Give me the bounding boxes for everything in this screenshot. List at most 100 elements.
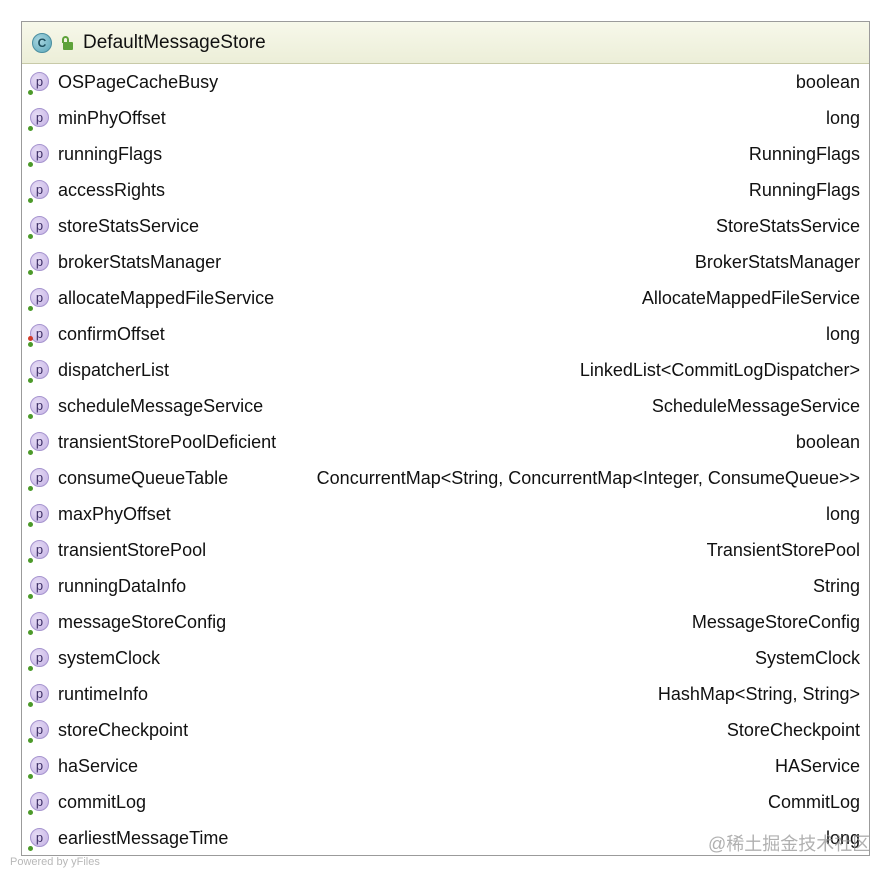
property-list: p OSPageCacheBusy boolean p minPhyOffset long… [22,64,869,855]
property-row[interactable]: p systemClock SystemClock [22,640,869,676]
visibility-green-icon [28,450,33,455]
class-diagram-node[interactable]: C DefaultMessageStore p OSPageCacheBusy bo… [21,21,870,856]
property-name: runningDataInfo [58,575,187,596]
property-icon: p [28,252,49,275]
property-type: RunningFlags [748,179,860,200]
property-row[interactable]: p allocateMappedFileService AllocateMapped… [22,280,869,316]
visibility-green-icon [28,594,33,599]
visibility-green-icon [28,558,33,563]
property-icon: p [28,360,49,383]
visibility-green-icon [28,810,33,815]
footer-note: Powered by yFiles [10,856,100,868]
property-type: boolean [795,431,860,452]
visibility-green-icon [28,270,33,275]
property-row[interactable]: p consumeQueueTable ConcurrentMap<String, … [22,460,869,496]
property-icon: p [28,216,49,239]
property-name: transientStorePool [58,539,207,560]
property-row[interactable]: p storeCheckpoint StoreCheckpoint [22,712,869,748]
property-icon: p [28,144,49,167]
property-type: BrokerStatsManager [694,251,860,272]
property-row[interactable]: p accessRights RunningFlags [22,172,869,208]
property-type: TransientStorePool [706,539,860,560]
property-type: String [812,575,860,596]
visibility-green-icon [28,702,33,707]
property-name: storeStatsService [58,215,200,236]
property-icon: p [28,468,49,491]
property-type: ConcurrentMap<String, ConcurrentMap<Inte… [316,467,860,488]
property-icon: p [28,684,49,707]
property-icon: p [28,792,49,815]
property-type: LinkedList<CommitLogDispatcher> [579,359,860,380]
property-icon: p [28,576,49,599]
property-type: long [825,323,860,344]
property-type: SystemClock [754,647,860,668]
visibility-green-icon [28,414,33,419]
property-type: HAService [774,755,860,776]
property-type: long [825,503,860,524]
property-name: confirmOffset [58,323,165,344]
property-icon: p [28,288,49,311]
property-row[interactable]: p messageStoreConfig MessageStoreConfig [22,604,869,640]
visibility-green-icon [28,522,33,527]
visibility-green-icon [28,738,33,743]
visibility-green-icon [28,378,33,383]
class-header[interactable]: C DefaultMessageStore [22,22,869,64]
property-name: messageStoreConfig [58,611,227,632]
property-type: MessageStoreConfig [691,611,860,632]
visibility-green-icon [28,162,33,167]
property-row[interactable]: p OSPageCacheBusy boolean [22,64,869,100]
property-name: systemClock [58,647,161,668]
property-row[interactable]: p maxPhyOffset long [22,496,869,532]
property-row[interactable]: p runningDataInfo String [22,568,869,604]
property-type: StoreStatsService [715,215,860,236]
property-name: storeCheckpoint [58,719,189,740]
class-icon: C [32,32,52,53]
property-row[interactable]: p dispatcherList LinkedList<CommitLogDispa… [22,352,869,388]
visibility-green-icon [28,198,33,203]
property-name: minPhyOffset [58,107,166,128]
property-name: accessRights [58,179,166,200]
property-type: CommitLog [767,791,860,812]
property-type: RunningFlags [748,143,860,164]
property-icon: p [28,720,49,743]
property-name: scheduleMessageService [58,395,264,416]
visibility-green-icon [28,486,33,491]
visibility-green-icon [28,234,33,239]
property-name: consumeQueueTable [58,467,229,488]
property-icon: p [28,756,49,779]
unlock-icon [61,35,74,50]
property-name: OSPageCacheBusy [58,71,219,92]
visibility-green-icon [28,774,33,779]
visibility-green-icon [28,630,33,635]
property-name: earliestMessageTime [58,827,229,848]
property-row[interactable]: p runtimeInfo HashMap<String, String> [22,676,869,712]
property-name: commitLog [58,791,147,812]
property-row[interactable]: p transientStorePoolDeficient boolean [22,424,869,460]
property-row[interactable]: p minPhyOffset long [22,100,869,136]
visibility-green-icon [28,342,33,347]
property-name: dispatcherList [58,359,170,380]
property-icon: p [28,108,49,131]
property-icon: p [28,72,49,95]
property-name: haService [58,755,139,776]
property-row[interactable]: p runningFlags RunningFlags [22,136,869,172]
property-row[interactable]: p storeStatsService StoreStatsService [22,208,869,244]
property-name: transientStorePoolDeficient [58,431,277,452]
property-row[interactable]: p transientStorePool TransientStorePool [22,532,869,568]
property-icon: p [28,540,49,563]
class-title: DefaultMessageStore [83,31,266,53]
property-icon: p [28,324,49,347]
property-name: runningFlags [58,143,163,164]
property-name: allocateMappedFileService [58,287,275,308]
property-icon: p [28,432,49,455]
property-row[interactable]: p scheduleMessageService ScheduleMessageSe… [22,388,869,424]
property-type: long [825,107,860,128]
property-icon: p [28,648,49,671]
property-icon: p [28,612,49,635]
property-icon: p [28,828,49,851]
property-row[interactable]: p confirmOffset long [22,316,869,352]
property-row[interactable]: p haService HAService [22,748,869,784]
property-row[interactable]: p commitLog CommitLog [22,784,869,820]
visibility-green-icon [28,306,33,311]
property-row[interactable]: p brokerStatsManager BrokerStatsManager [22,244,869,280]
